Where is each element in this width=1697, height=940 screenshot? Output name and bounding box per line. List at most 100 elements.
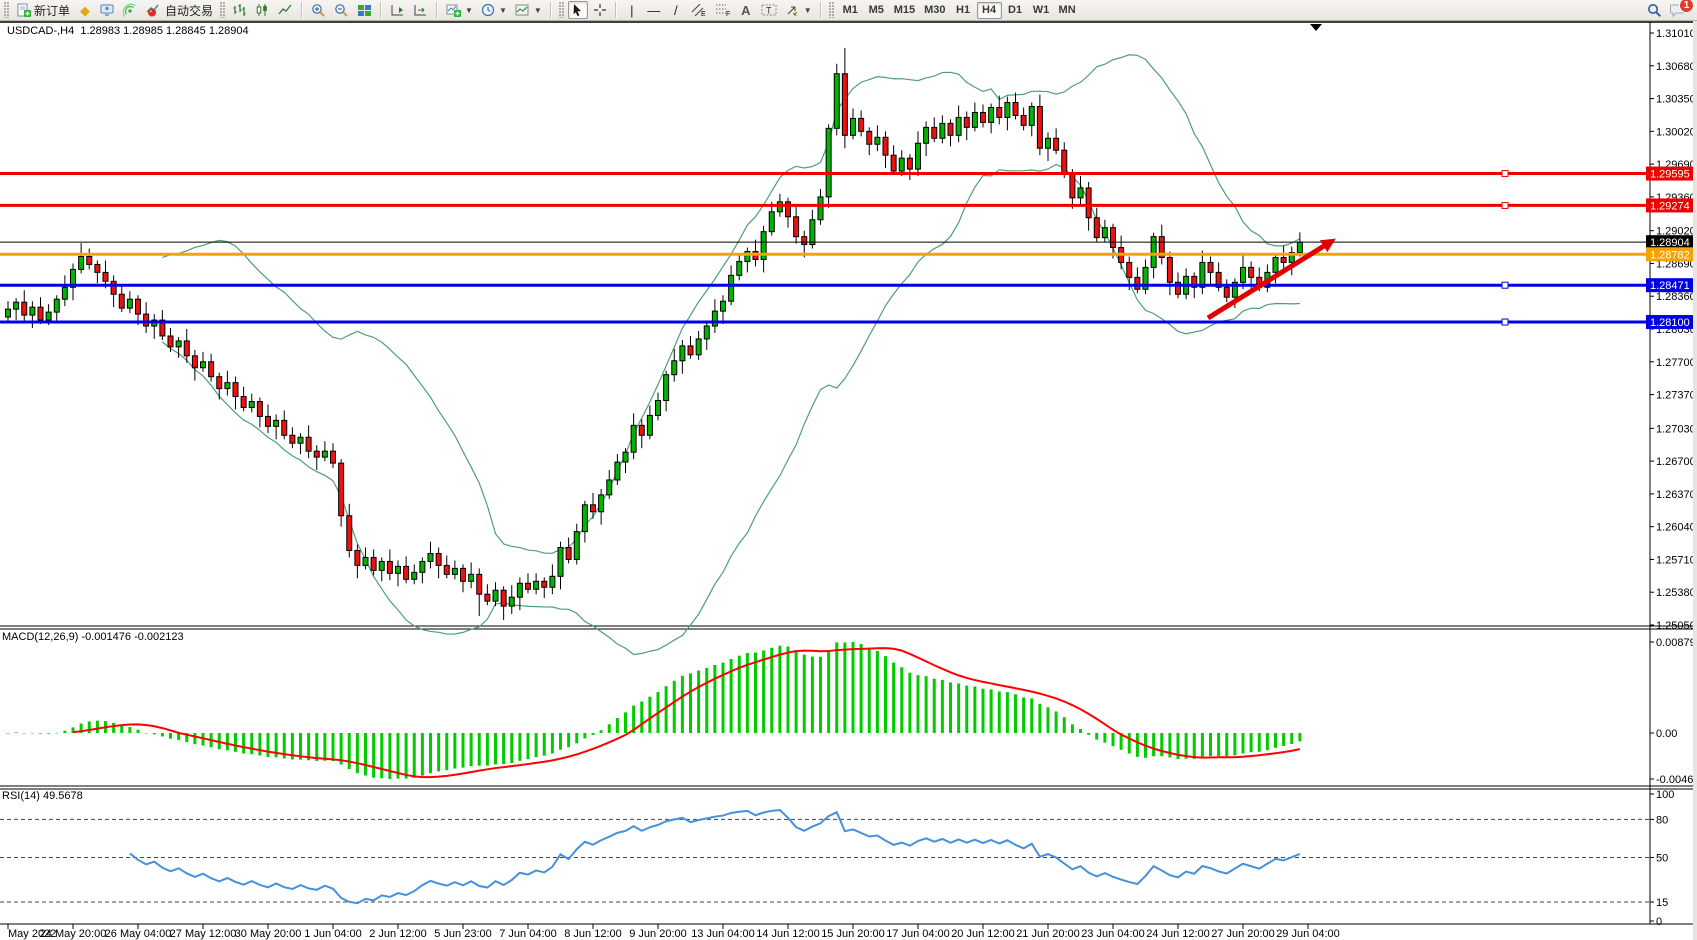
macd-histogram-bar [315,733,318,761]
zoom-out-button[interactable] [331,1,352,19]
bear-candle [542,581,547,587]
bear-candle [233,383,238,397]
macd-histogram-bar [1152,733,1155,756]
macd-histogram-bar [1225,733,1228,756]
timeframe-mn[interactable]: MN [1055,2,1080,19]
bear-candle [1013,103,1018,116]
line-handle[interactable] [1502,282,1508,288]
crosshair-tool-button[interactable] [590,1,610,19]
macd-histogram-bar [1266,733,1269,750]
bear-candle [907,158,912,169]
line-handle[interactable] [1502,171,1508,177]
template-button[interactable]: ▼ [512,1,545,19]
time-tick-label: 20 Jun 12:00 [951,928,1015,940]
time-tick-label: 24 May 20:00 [40,928,107,940]
text-label-tool[interactable]: T [758,1,780,19]
macd-histogram-bar [551,733,554,753]
add-indicator-button[interactable]: ▼ [443,1,476,19]
macd-histogram-bar [648,697,651,733]
toolbar-grip[interactable] [4,2,9,18]
macd-histogram-bar [502,733,505,764]
bar-chart-button[interactable] [229,1,250,19]
channel-tool[interactable]: E [688,1,710,19]
time-tick-label: 30 May 20:00 [235,928,302,940]
notifications-button[interactable]: 1 [1667,1,1689,19]
cursor-icon [571,3,584,17]
tile-windows-button[interactable] [354,1,375,19]
vertical-line-tool[interactable]: | [622,1,642,19]
bear-candle [266,416,271,426]
chart-shift-button[interactable] [387,1,408,19]
bull-candle [631,425,636,452]
timeframe-w1[interactable]: W1 [1029,2,1054,19]
timeframe-m15[interactable]: M15 [890,2,919,19]
macd-histogram-bar [917,675,920,733]
macd-histogram-bar [250,733,253,754]
zoom-out-icon [334,3,349,18]
timeframe-h1[interactable]: H1 [951,2,976,19]
add-indicator-icon [446,4,461,17]
macd-histogram-bar [1047,707,1050,733]
macd-histogram-bar [169,733,172,739]
bull-candle [664,375,669,401]
line-handle[interactable] [1502,202,1508,208]
horizontal-line-tool[interactable]: — [644,1,664,19]
macd-histogram-bar [1079,729,1082,733]
bull-candle [623,452,628,462]
bull-candle [712,311,717,326]
rsi-line [130,810,1300,903]
arrow-objects-tool[interactable]: ▼ [782,1,815,19]
search-button[interactable] [1644,1,1665,19]
signal-button[interactable] [120,1,141,19]
market-watch-button[interactable]: ◆ [75,1,95,19]
macd-histogram-bar [787,646,790,733]
bear-candle [477,574,482,594]
macd-histogram-bar [234,733,237,752]
chart-shift-marker[interactable] [1310,24,1322,31]
macd-histogram-bar [96,721,99,733]
bull-candle [769,212,774,232]
macd-histogram-bar [112,723,115,733]
bear-candle [38,307,43,320]
chart-title: USDCAD-,H4 1.28983 1.28985 1.28845 1.289… [7,25,249,37]
timeframe-m30[interactable]: M30 [920,2,949,19]
bear-candle [891,155,896,171]
bear-candle [371,557,376,570]
macd-histogram-bar [892,663,895,733]
autotrading-button[interactable]: 自动交易 [143,1,216,19]
bear-candle [1224,287,1229,297]
trend-arrow-shaft[interactable] [1208,246,1324,318]
toolbar-grip[interactable] [829,2,834,18]
timeframe-d1[interactable]: D1 [1003,2,1028,19]
timeframe-m5[interactable]: M5 [864,2,889,19]
cursor-tool-button[interactable] [568,1,588,19]
chart-canvas[interactable]: 1.310101.306801.303501.300201.296901.293… [0,0,1697,940]
timeframe-h4[interactable]: H4 [977,2,1002,19]
autotrading-icon [146,3,162,17]
zoom-in-button[interactable] [308,1,329,19]
macd-histogram-bar [462,733,465,768]
new-order-button[interactable]: 新订单 [13,1,73,19]
macd-histogram-bar [957,683,960,733]
toolbar-grip[interactable] [220,2,225,18]
text-icon: A [741,4,750,17]
fibonacci-tool[interactable]: F [712,1,734,19]
trend-arrow-annotation[interactable] [1208,239,1336,318]
text-tool[interactable]: A [736,1,756,19]
timeframe-m1[interactable]: M1 [838,2,863,19]
chevron-down-icon: ▼ [465,6,473,15]
macd-histogram-bar [23,733,26,734]
line-chart-button[interactable] [275,1,296,19]
accounts-button[interactable] [97,1,118,19]
auto-scroll-button[interactable] [410,1,431,19]
line-handle[interactable] [1502,319,1508,325]
candlestick-chart-button[interactable] [252,1,273,19]
trendline-tool[interactable]: / [666,1,686,19]
toolbar-grip[interactable] [559,2,564,18]
bull-candle [201,362,206,368]
period-button[interactable]: ▼ [478,1,510,19]
macd-histogram-bar [348,733,351,769]
bear-candle [355,551,360,566]
macd-histogram-bar [965,686,968,733]
bull-candle [1029,107,1034,126]
